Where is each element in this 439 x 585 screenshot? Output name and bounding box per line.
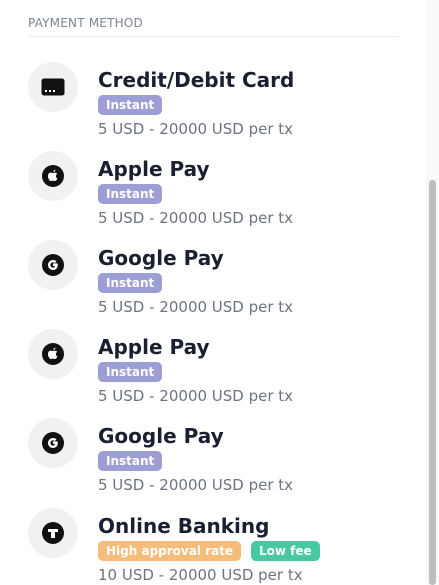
high-approval-badge: High approval rate bbox=[98, 541, 242, 561]
instant-badge: Instant bbox=[98, 362, 163, 382]
payment-method-badges: Instant bbox=[98, 184, 163, 204]
payment-method-apple-pay[interactable]: Apple Pay Instant 5 USD - 20000 USD per … bbox=[28, 137, 398, 227]
payment-method-title: Online Banking bbox=[98, 514, 270, 538]
payment-method-badges: Instant bbox=[98, 362, 163, 382]
payment-method-google-pay-2[interactable]: Google Pay Instant 5 USD - 20000 USD per… bbox=[28, 404, 398, 494]
instant-badge: Instant bbox=[98, 451, 163, 471]
payment-method-apple-pay-2[interactable]: Apple Pay Instant 5 USD - 20000 USD per … bbox=[28, 315, 398, 405]
scrollbar-thumb[interactable] bbox=[429, 180, 436, 585]
payment-method-title: Credit/Debit Card bbox=[98, 68, 295, 92]
instant-badge: Instant bbox=[98, 273, 163, 293]
payment-method-google-pay[interactable]: Google Pay Instant 5 USD - 20000 USD per… bbox=[28, 226, 398, 316]
payment-method-range: 5 USD - 20000 USD per tx bbox=[98, 120, 294, 138]
credit-card-icon bbox=[28, 62, 78, 112]
payment-method-badges: High approval rate Low fee bbox=[98, 541, 320, 561]
payment-method-badges: Instant bbox=[98, 95, 163, 115]
payment-method-badges: Instant bbox=[98, 451, 163, 471]
payment-method-range: 10 USD - 20000 USD per tx bbox=[98, 566, 303, 584]
low-fee-badge: Low fee bbox=[251, 541, 320, 561]
instant-badge: Instant bbox=[98, 184, 163, 204]
payment-method-range: 5 USD - 20000 USD per tx bbox=[98, 298, 294, 316]
google-icon bbox=[28, 418, 78, 468]
payment-method-range: 5 USD - 20000 USD per tx bbox=[98, 387, 294, 405]
payment-method-title: Google Pay bbox=[98, 246, 224, 270]
scrollbar[interactable] bbox=[426, 0, 439, 585]
payment-method-range: 5 USD - 20000 USD per tx bbox=[98, 476, 294, 494]
payment-method-online-banking[interactable]: Online Banking High approval rate Low fe… bbox=[28, 494, 398, 584]
payment-method-credit-debit-card[interactable]: Credit/Debit Card Instant 5 USD - 20000 … bbox=[28, 48, 398, 138]
payment-method-range: 5 USD - 20000 USD per tx bbox=[98, 209, 294, 227]
payment-method-badges: Instant bbox=[98, 273, 163, 293]
instant-badge: Instant bbox=[98, 95, 163, 115]
online-banking-icon bbox=[28, 508, 78, 558]
google-icon bbox=[28, 240, 78, 290]
payment-method-title: Apple Pay bbox=[98, 157, 210, 181]
section-title: PAYMENT METHOD bbox=[28, 16, 143, 30]
apple-icon bbox=[28, 329, 78, 379]
apple-icon bbox=[28, 151, 78, 201]
payment-method-title: Google Pay bbox=[98, 424, 224, 448]
payment-method-title: Apple Pay bbox=[98, 335, 210, 359]
payment-method-header: PAYMENT METHOD bbox=[28, 15, 398, 37]
